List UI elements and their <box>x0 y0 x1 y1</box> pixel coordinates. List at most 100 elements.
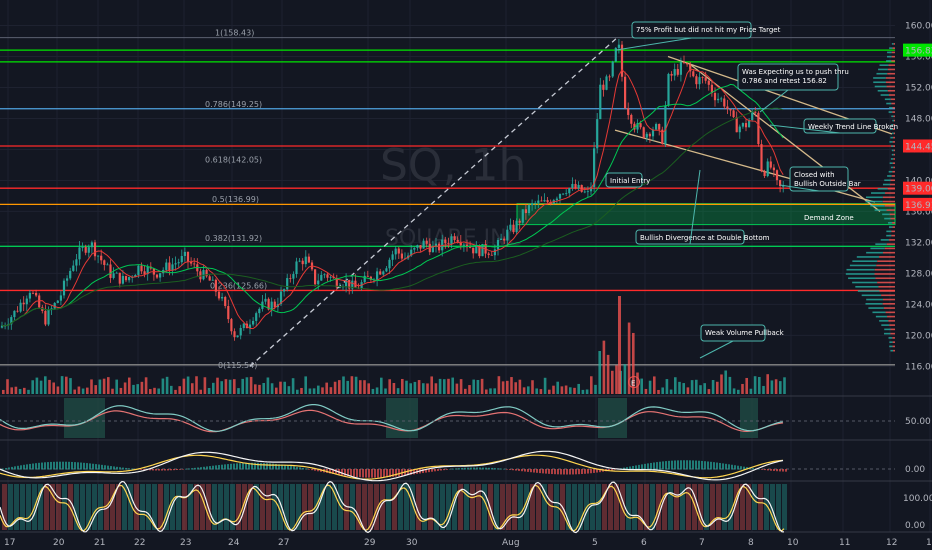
candle-body <box>214 279 217 292</box>
volume-bar <box>745 377 748 394</box>
macd-histogram-bar <box>506 469 508 470</box>
volume-profile-up <box>845 273 875 275</box>
stoch-bg-bar <box>716 484 721 530</box>
macd-histogram-bar <box>593 469 595 473</box>
candle-body <box>611 61 614 77</box>
macd-histogram-bar <box>380 469 382 478</box>
candle-body <box>738 126 741 133</box>
macd-histogram-bar <box>17 465 19 470</box>
volume-profile-down <box>886 209 895 211</box>
candle-body <box>503 238 506 241</box>
volume-profile-up <box>865 200 883 203</box>
candle-body <box>704 77 707 81</box>
macd-histogram-bar <box>440 469 442 471</box>
macd-histogram-bar <box>467 467 469 470</box>
candle-body <box>286 278 289 290</box>
stoch-bg-bar <box>620 484 625 530</box>
candle-body <box>527 205 531 214</box>
chart-canvas[interactable]: SQ, 1hSQUARE INC1(158.43)0.786(149.25)0.… <box>0 0 932 550</box>
candle-body <box>655 124 658 130</box>
candle-body <box>177 262 180 264</box>
volume-profile-up <box>871 192 886 194</box>
candle-body <box>16 310 19 312</box>
candle-body <box>682 62 686 63</box>
macd-histogram-bar <box>734 465 736 470</box>
volume-bar <box>644 388 648 394</box>
macd-histogram-bar <box>710 461 712 470</box>
macd-histogram-bar <box>239 463 241 470</box>
candle-body <box>326 274 329 278</box>
candle-body <box>741 123 744 127</box>
candle-body <box>447 243 450 245</box>
stoch-bg-bar <box>302 484 307 530</box>
macd-histogram-bar <box>680 460 682 470</box>
macd-histogram-bar <box>32 463 34 470</box>
volume-bar <box>212 382 215 394</box>
volume-profile-down <box>891 60 895 62</box>
volume-profile-down <box>885 77 895 79</box>
volume-profile-down <box>890 217 895 220</box>
macd-histogram-bar <box>764 469 766 471</box>
macd-histogram-bar <box>473 467 475 470</box>
volume-profile-up <box>888 222 893 224</box>
stoch-bg-bar <box>482 484 487 530</box>
candle-body <box>617 44 620 48</box>
candle-body <box>574 183 577 189</box>
macd-histogram-bar <box>554 469 556 475</box>
tradingview-chart[interactable]: SQ, 1h SQUARE INC 1(158.43) 0.786(149.25) 0.… <box>0 0 932 550</box>
y-axis-tick-3: 128.00 <box>905 269 932 279</box>
note-trendline-text-0: Weekly Trend Line Broken <box>808 123 898 131</box>
candle-body <box>624 76 627 109</box>
macd-histogram-bar <box>581 469 583 475</box>
volume-bar <box>535 388 538 394</box>
candle-body <box>112 273 115 278</box>
volume-bar <box>157 388 160 394</box>
volume-profile-up <box>886 234 892 237</box>
macd-histogram-bar <box>107 465 109 470</box>
macd-histogram-bar <box>704 461 706 470</box>
macd-histogram-bar <box>56 461 58 470</box>
volume-bar <box>132 384 135 394</box>
volume-bar <box>711 380 715 394</box>
macd-histogram-bar <box>29 463 31 470</box>
volume-profile-up <box>880 94 890 96</box>
rsi-zone-2 <box>598 398 627 438</box>
candle-body <box>720 98 723 100</box>
candle-body <box>438 243 441 251</box>
x-axis-label-4: 23 <box>180 538 191 548</box>
candle-body <box>639 123 642 128</box>
macd-histogram-bar <box>545 469 547 474</box>
macd-histogram-bar <box>227 464 229 470</box>
volume-profile-down <box>886 243 895 245</box>
candle-body <box>270 301 273 310</box>
volume-bar <box>464 388 467 394</box>
rsi-zone-0 <box>64 398 105 438</box>
x-axis-label-12: 7 <box>699 538 705 548</box>
volume-bar <box>23 387 26 394</box>
volume-profile-up <box>865 196 883 199</box>
candle-body <box>416 245 419 248</box>
candle-body <box>577 184 580 189</box>
volume-bar <box>367 383 370 394</box>
stoch-bg-bar <box>122 484 127 530</box>
macd-histogram-bar <box>485 467 487 470</box>
volume-profile-down <box>887 315 895 318</box>
watermark-symbol: SQ, 1h <box>380 140 526 191</box>
volume-bar <box>506 380 509 394</box>
volume-bar <box>346 380 349 394</box>
candle-body <box>496 239 500 250</box>
candle-body <box>307 256 310 263</box>
stoch-bg-bar <box>704 484 709 530</box>
candle-body <box>571 183 574 189</box>
volume-profile-down <box>883 307 895 309</box>
volume-bar <box>228 379 232 394</box>
rsi-zone-3 <box>740 398 758 438</box>
volume-bar <box>325 382 328 394</box>
candle-body <box>320 274 323 281</box>
volume-bar <box>388 379 391 394</box>
volume-bar <box>669 389 673 394</box>
candle-body <box>221 297 224 299</box>
candle-body <box>701 77 704 78</box>
price-tag-text-0: 156.82 <box>905 47 932 57</box>
macd-histogram-bar <box>503 468 505 470</box>
